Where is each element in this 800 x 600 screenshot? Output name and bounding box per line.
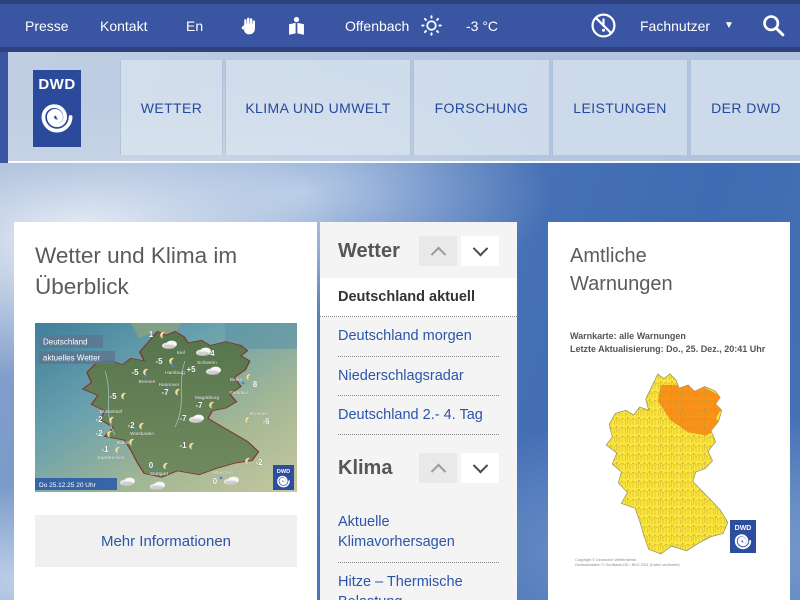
station-temp: 0 (149, 461, 154, 470)
map-sublabel: aktuelles Wetter (43, 354, 101, 363)
dwd-homepage: Presse Kontakt En Offenbach -3 °C Fachnu… (0, 0, 800, 600)
weather-map-image[interactable]: 1 -4 -5 +5 -5 8 -7 -7 -5 -2 -6 -2 -7 -2 … (35, 323, 297, 492)
quick-nav-card: Wetter Deutschland aktuell Deutschland m… (320, 222, 517, 600)
station-temp: -5 (109, 392, 117, 401)
svg-text:DWD: DWD (277, 469, 290, 475)
station-temp: 8 (253, 380, 258, 389)
topbar-location-label[interactable]: Offenbach (345, 4, 409, 47)
chevron-down-icon (472, 240, 488, 256)
main-navigation: DWD WETTER KLIMA UND UMWELT FORSCHUNG LE… (8, 52, 800, 163)
warnings-title: Amtliche Warnungen (570, 245, 673, 295)
warning-status-icon[interactable] (589, 4, 618, 47)
station-temp: -7 (161, 388, 169, 397)
link-niederschlagsradar[interactable]: Niederschlagsradar (338, 357, 499, 396)
topbar-link-kontakt[interactable]: Kontakt (100, 4, 147, 47)
station-temp: -6 (262, 417, 270, 426)
map-region-label: Deutschland (43, 338, 87, 347)
station-temp: -5 (131, 368, 139, 377)
more-information-button[interactable]: Mehr Informationen (35, 515, 297, 567)
station-city: Düsseldorf (100, 409, 124, 415)
chevron-up-icon (430, 463, 446, 479)
quick-nav-wetter-section: Wetter Deutschland aktuell Deutschland m… (320, 222, 517, 436)
wetter-scroll-up-button[interactable] (419, 236, 457, 266)
svg-text:Do 25.12.25 20 Uhr: Do 25.12.25 20 Uhr (39, 482, 97, 489)
station-temp: -2 (95, 415, 103, 424)
chevron-up-icon (430, 246, 446, 262)
nav-item-leistungen[interactable]: LEISTUNGEN (552, 60, 688, 155)
station-city: Hannover (159, 382, 180, 388)
chevron-down-icon[interactable]: ▼ (724, 4, 734, 47)
station-city: Mainz (117, 440, 130, 446)
klima-scroll-down-button[interactable] (461, 453, 499, 484)
quick-nav-wetter-title: Wetter (338, 239, 400, 262)
user-menu-fachnutzer[interactable]: Fachnutzer (640, 4, 710, 47)
klima-link-list: Aktuelle Klimavorhersagen Hitze – Thermi… (338, 503, 499, 600)
station-city: Dresden (250, 411, 268, 417)
easy-language-icon[interactable] (286, 4, 307, 47)
warning-map-image[interactable]: Copyright © Deutscher Wetterdienst Geoba… (570, 362, 768, 578)
warn-caption-line2: Letzte Aktualisierung: Do., 25. Dez., 20… (570, 344, 766, 355)
link-deutschland-2-4-tag[interactable]: Deutschland 2.- 4. Tag (338, 396, 499, 436)
topbar-link-language-en[interactable]: En (186, 4, 203, 47)
dwd-logo-text: DWD (38, 76, 76, 93)
header-left-accent (0, 52, 8, 163)
station-city: Saarbrücken (97, 455, 125, 461)
station-city: Stuttgart (150, 471, 169, 477)
chevron-down-icon (472, 457, 488, 474)
warn-map-caption: Warnkarte: alle Warnungen Letzte Aktuali… (570, 330, 768, 356)
station-temp: -7 (195, 401, 203, 410)
station-temp: -2 (95, 429, 103, 438)
link-hitze-thermische-belastung[interactable]: Hitze – Thermische Belastung (338, 563, 499, 600)
nav-item-der-dwd[interactable]: DER DWD (690, 60, 800, 155)
warn-map-dwd-logo: DWD (730, 520, 756, 554)
warnings-card: Amtliche Warnungen Warnkarte: alle Warnu… (548, 222, 790, 600)
current-temperature[interactable]: -3 °C (466, 4, 498, 47)
station-city: Hamburg (165, 370, 185, 376)
station-city: Bremen (139, 379, 156, 385)
station-temp: -2 (127, 421, 135, 430)
station-city: Wiesbaden (130, 431, 154, 437)
wetter-scroll-down-button[interactable] (461, 236, 499, 266)
link-deutschland-morgen[interactable]: Deutschland morgen (338, 317, 499, 357)
link-deutschland-aktuell[interactable]: Deutschland aktuell (320, 278, 517, 318)
nav-item-wetter[interactable]: WETTER (120, 60, 223, 155)
station-city: Schwerin (197, 360, 217, 366)
station-city: Magdeburg (195, 395, 220, 401)
station-temp: 1 (149, 330, 154, 339)
sun-icon (419, 4, 444, 47)
link-aktuelle-klimavorhersagen[interactable]: Aktuelle Klimavorhersagen (338, 503, 499, 563)
klima-scroll-up-button[interactable] (419, 453, 457, 484)
top-utility-bar: Presse Kontakt En Offenbach -3 °C Fachnu… (0, 0, 800, 52)
station-temp: -2 (255, 458, 263, 467)
topbar-link-presse[interactable]: Presse (25, 4, 69, 47)
sign-language-icon[interactable] (238, 4, 260, 47)
station-temp: -1 (101, 445, 109, 454)
overview-title: Wetter und Klima im Überblick (35, 243, 238, 300)
quick-nav-klima-section: Klima Aktuelle Klimavorhersagen Hitze – … (320, 435, 517, 600)
nav-item-klima-und-umwelt[interactable]: KLIMA UND UMWELT (225, 60, 411, 155)
station-temp: -4 (207, 349, 215, 358)
svg-text:Copyright © Deutscher Wetterdi: Copyright © Deutscher Wetterdienst (575, 558, 637, 562)
station-temp: 0 (213, 477, 218, 486)
station-city: Berlin (230, 377, 243, 383)
station-temp: -5 (155, 357, 163, 366)
map-timestamp: Do 25.12.25 20 Uhr (35, 478, 117, 490)
dwd-spiral-icon (40, 100, 74, 134)
quick-nav-klima-title: Klima (338, 456, 393, 479)
svg-text:DWD: DWD (735, 525, 752, 532)
warn-caption-line1: Warnkarte: alle Warnungen (570, 331, 686, 341)
station-city: Kiel (177, 350, 185, 356)
wetter-link-list: Deutschland aktuell Deutschland morgen N… (320, 278, 517, 436)
dwd-logo[interactable]: DWD (33, 70, 81, 147)
map-dwd-logo: DWD (273, 465, 294, 490)
station-city: Potsdam (230, 390, 249, 396)
station-temp: -1 (179, 441, 187, 450)
station-city: München (213, 470, 233, 476)
station-temp: -7 (179, 414, 187, 423)
svg-text:Geobasisdaten © GeoBasis-DE /: Geobasisdaten © GeoBasis-DE / BKG 2011 (… (575, 563, 680, 567)
overview-card: Wetter und Klima im Überblick 1 -4 -5 +5… (14, 222, 317, 600)
search-icon[interactable] (761, 4, 786, 47)
station-temp: +5 (186, 365, 196, 374)
nav-item-forschung[interactable]: FORSCHUNG (413, 60, 550, 155)
